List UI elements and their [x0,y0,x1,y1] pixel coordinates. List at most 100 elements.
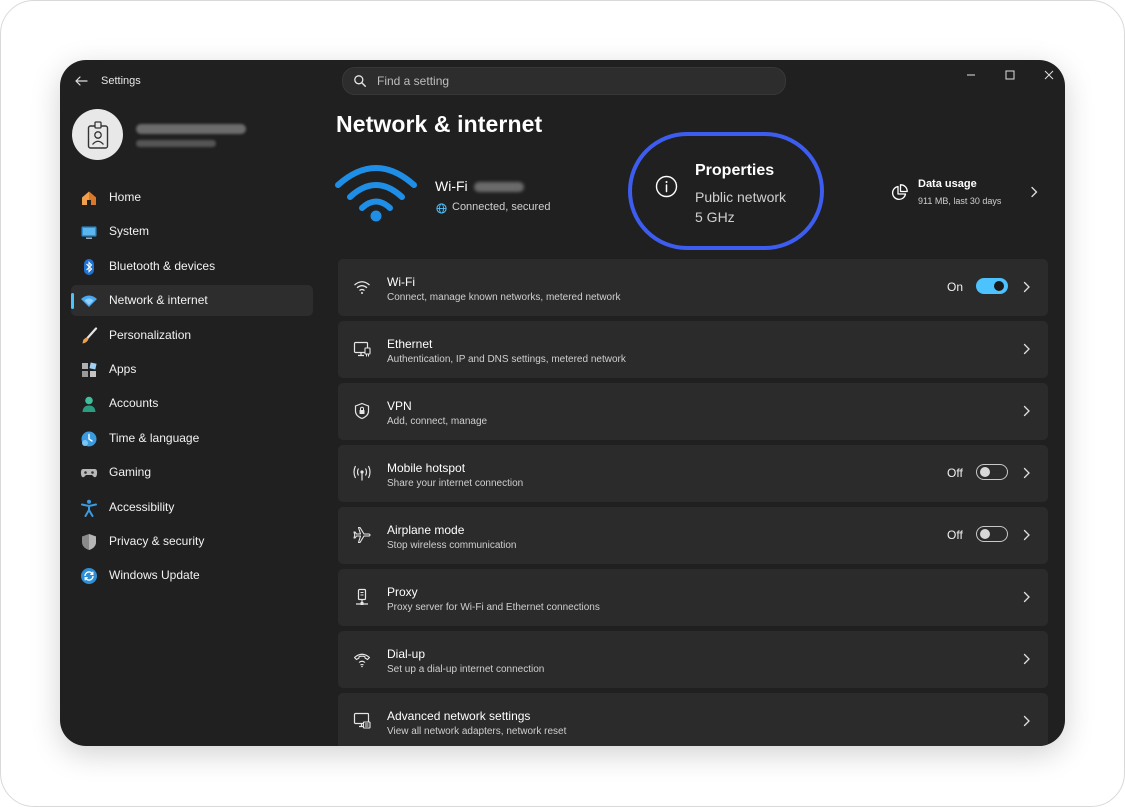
sidebar-item-time-language[interactable]: Time & language [71,423,313,454]
sidebar-item-label: Windows Update [109,568,200,583]
update-icon [80,567,98,585]
apps-icon [80,361,98,379]
network-icon [80,292,98,310]
search-input[interactable] [377,72,767,90]
minimize-button[interactable] [958,66,984,84]
toggle-knob [994,281,1004,291]
network-ssid-redacted [473,182,524,193]
setting-subtitle: View all network adapters, network reset [387,726,567,737]
setting-subtitle: Add, connect, manage [387,416,488,427]
sidebar-item-label: Bluetooth & devices [109,258,216,273]
sidebar-item-label: Privacy & security [109,533,205,548]
chevron-right-icon [1023,467,1030,479]
advanced-network-icon [352,711,372,731]
brush-icon [80,326,98,345]
properties-link[interactable]: Properties [695,162,774,180]
setting-title: Wi-Fi [387,275,415,289]
setting-subtitle: Share your internet connection [387,478,524,489]
mobile-hotspot-toggle[interactable] [976,464,1008,480]
setting-subtitle: Connect, manage known networks, metered … [387,292,621,303]
avatar[interactable] [72,109,123,160]
search-icon [354,75,366,87]
airplane-icon [352,525,372,545]
sidebar-item-windows-update[interactable]: Windows Update [71,560,313,591]
data-usage-icon [892,184,908,200]
hotspot-icon [352,463,372,483]
globe-icon [436,203,447,214]
bluetooth-icon [80,258,98,276]
maximize-button[interactable] [997,66,1023,84]
data-usage-subtitle: 911 MB, last 30 days [918,196,1002,206]
vpn-shield-icon [352,401,372,421]
settings-list: Wi-Fi Connect, manage known networks, me… [338,259,1048,746]
setting-row-airplane-mode[interactable]: Airplane mode Stop wireless communicatio… [338,507,1048,564]
toggle-state-label: Off [947,466,963,480]
sidebar-item-label: Apps [109,361,137,376]
data-usage-title[interactable]: Data usage [918,178,977,190]
setting-row-advanced-network[interactable]: Advanced network settings View all netwo… [338,693,1048,746]
network-band: 5 GHz [695,209,735,225]
sidebar-item-label: Time & language [109,430,200,445]
sidebar-item-label: Accessibility [109,499,175,514]
sidebar-nav: Home System Bluetooth & devices Network … [71,182,313,595]
maximize-icon [1005,70,1015,80]
close-icon [1044,70,1054,80]
back-arrow-icon[interactable] [72,72,90,90]
setting-row-wifi[interactable]: Wi-Fi Connect, manage known networks, me… [338,259,1048,316]
connection-name-label: Wi-Fi [435,178,468,194]
sidebar-item-accessibility[interactable]: Accessibility [71,492,313,523]
wifi-toggle[interactable] [976,278,1008,294]
chevron-right-icon [1023,281,1030,293]
sidebar-item-personalization[interactable]: Personalization [71,320,313,351]
time-language-icon [80,430,98,448]
setting-row-vpn[interactable]: VPN Add, connect, manage [338,383,1048,440]
setting-row-dial-up[interactable]: Dial-up Set up a dial-up internet connec… [338,631,1048,688]
search-box[interactable] [342,67,786,95]
setting-row-proxy[interactable]: Proxy Proxy server for Wi-Fi and Etherne… [338,569,1048,626]
gaming-icon [80,464,98,482]
sidebar-item-network[interactable]: Network & internet [71,285,313,317]
setting-subtitle: Set up a dial-up internet connection [387,664,545,675]
wifi-icon [352,277,372,297]
accounts-icon [80,395,98,413]
accessibility-icon [80,499,98,517]
setting-row-mobile-hotspot[interactable]: Mobile hotspot Share your internet conne… [338,445,1048,502]
toggle-state-label: On [947,280,964,294]
close-button[interactable] [1036,66,1062,84]
chevron-right-icon[interactable] [1029,186,1039,198]
sidebar-item-home[interactable]: Home [71,182,313,213]
setting-title: Advanced network settings [387,709,531,723]
app-title: Settings [101,75,141,87]
page-title: Network & internet [336,111,543,137]
setting-title: Ethernet [387,337,433,351]
setting-title: Mobile hotspot [387,461,466,475]
sidebar-item-bluetooth[interactable]: Bluetooth & devices [71,251,313,282]
info-icon [655,175,678,198]
sidebar-item-privacy-security[interactable]: Privacy & security [71,526,313,557]
chevron-right-icon [1023,529,1030,541]
setting-row-ethernet[interactable]: Ethernet Authentication, IP and DNS sett… [338,321,1048,378]
connection-name[interactable]: Wi-Fi [435,178,524,194]
airplane-mode-toggle[interactable] [976,526,1008,542]
sidebar-item-system[interactable]: System [71,216,313,247]
id-badge-icon [87,120,108,149]
settings-window: Settings Find a setting Home System Blue… [60,60,1065,746]
chevron-right-icon [1023,591,1030,603]
minimize-icon [967,74,975,76]
toggle-state-label: Off [947,528,963,542]
chevron-right-icon [1023,343,1030,355]
toggle-knob [980,529,990,539]
connection-status: Connected, secured [452,201,551,213]
chevron-right-icon [1023,653,1030,665]
chevron-right-icon [1023,715,1030,727]
sidebar-item-label: Accounts [109,396,159,411]
sidebar-item-label: System [109,224,150,239]
wifi-large-icon [335,165,417,222]
sidebar-item-label: Gaming [109,465,152,480]
setting-subtitle: Authentication, IP and DNS settings, met… [387,354,626,365]
sidebar-item-apps[interactable]: Apps [71,354,313,385]
setting-subtitle: Proxy server for Wi-Fi and Ethernet conn… [387,602,600,613]
shield-icon [80,533,98,551]
sidebar-item-accounts[interactable]: Accounts [71,388,313,419]
sidebar-item-gaming[interactable]: Gaming [71,457,313,488]
